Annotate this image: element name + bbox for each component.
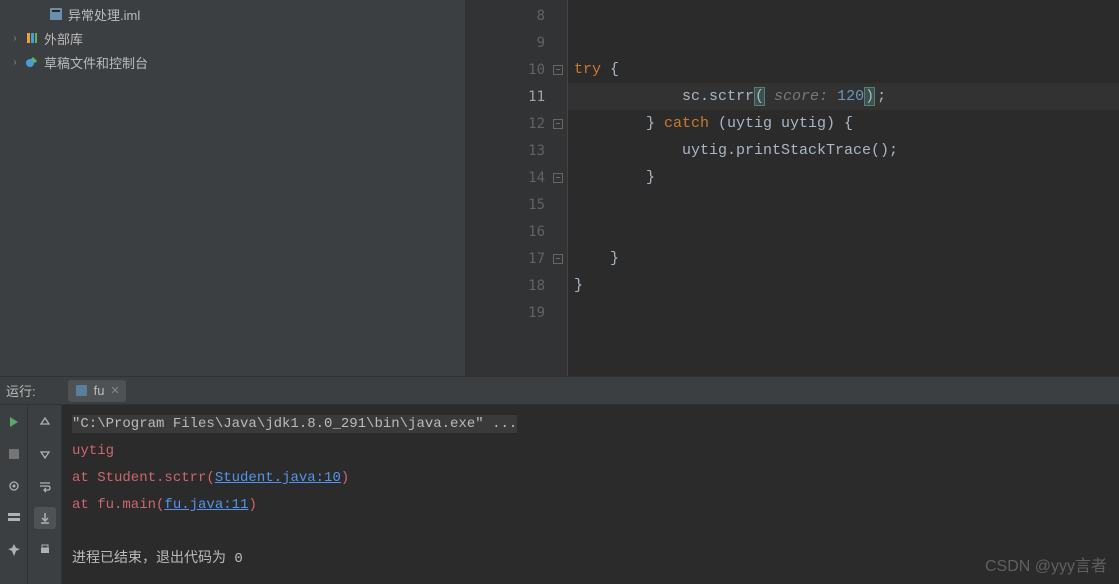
code-line[interactable]: uytig.printStackTrace(); [568, 137, 1119, 164]
debug-tools-button[interactable] [3, 475, 25, 497]
line-number[interactable]: 18 [466, 272, 567, 299]
code-line[interactable]: } [568, 164, 1119, 191]
library-icon [24, 30, 40, 46]
console-output[interactable]: "C:\Program Files\Java\jdk1.8.0_291\bin\… [62, 405, 1119, 584]
run-label: 运行: [6, 381, 36, 400]
scroll-to-end-button[interactable] [34, 507, 56, 529]
code-line[interactable]: try { [568, 56, 1119, 83]
code-editor[interactable]: 8 9 10− 11 12− 13 14− 15 16 17− 18 19 tr… [466, 0, 1119, 376]
run-tab[interactable]: fu ✕ [68, 380, 126, 402]
tree-item-iml[interactable]: 异常处理.iml [0, 2, 465, 26]
chevron-right-icon: › [10, 33, 20, 44]
run-panel: 运行: fu ✕ [0, 376, 1119, 584]
code-line[interactable] [568, 191, 1119, 218]
scratch-icon [24, 54, 40, 70]
rerun-button[interactable] [3, 411, 25, 433]
tree-label: 异常处理.iml [68, 5, 140, 24]
line-number[interactable]: 10− [466, 56, 567, 83]
tree-item-scratches[interactable]: › 草稿文件和控制台 [0, 50, 465, 74]
tree-item-external-libs[interactable]: › 外部库 [0, 26, 465, 50]
fold-marker-icon[interactable]: − [553, 254, 563, 264]
code-line[interactable]: } catch (uytig uytig) { [568, 110, 1119, 137]
run-toolbar-primary [0, 405, 28, 584]
code-line[interactable] [568, 299, 1119, 326]
line-number[interactable]: 13 [466, 137, 567, 164]
line-number[interactable]: 14− [466, 164, 567, 191]
stacktrace-link[interactable]: Student.java:10 [215, 470, 341, 486]
line-number[interactable]: 19 [466, 299, 567, 326]
console-exit: 进程已结束，退出代码为 0 [72, 546, 1109, 573]
editor-gutter[interactable]: 8 9 10− 11 12− 13 14− 15 16 17− 18 19 [466, 0, 568, 376]
fold-marker-icon[interactable]: − [553, 119, 563, 129]
watermark: CSDN @yyy言者 [985, 552, 1107, 576]
line-number[interactable]: 12− [466, 110, 567, 137]
code-line[interactable] [568, 29, 1119, 56]
code-content[interactable]: try { sc.sctrr( score: 120); } catch (uy… [568, 0, 1119, 376]
pin-button[interactable] [3, 539, 25, 561]
line-number[interactable]: 11 [466, 83, 567, 110]
down-button[interactable] [34, 443, 56, 465]
code-line[interactable]: sc.sctrr( score: 120); [568, 83, 1119, 110]
tree-label: 草稿文件和控制台 [44, 53, 148, 72]
code-line[interactable]: } [568, 245, 1119, 272]
print-button[interactable] [34, 539, 56, 561]
console-stacktrace: at fu.main(fu.java:11) [72, 492, 1109, 519]
code-line[interactable] [568, 2, 1119, 29]
run-tab-label: fu [94, 383, 105, 398]
close-icon[interactable]: ✕ [110, 384, 119, 397]
run-config-icon [74, 383, 90, 399]
line-number[interactable]: 16 [466, 218, 567, 245]
line-number[interactable]: 17− [466, 245, 567, 272]
line-number[interactable]: 9 [466, 29, 567, 56]
console-command: "C:\Program Files\Java\jdk1.8.0_291\bin\… [72, 415, 517, 433]
run-header: 运行: fu ✕ [0, 377, 1119, 405]
console-stacktrace: at Student.sctrr(Student.java:10) [72, 465, 1109, 492]
code-line[interactable] [568, 218, 1119, 245]
layout-button[interactable] [3, 507, 25, 529]
soft-wrap-button[interactable] [34, 475, 56, 497]
tree-label: 外部库 [44, 29, 83, 48]
code-line[interactable]: } [568, 272, 1119, 299]
fold-marker-icon[interactable]: − [553, 173, 563, 183]
module-file-icon [48, 6, 64, 22]
up-button[interactable] [34, 411, 56, 433]
run-toolbar-secondary [28, 405, 62, 584]
chevron-right-icon: › [10, 57, 20, 68]
line-number[interactable]: 8 [466, 2, 567, 29]
stacktrace-link[interactable]: fu.java:11 [164, 497, 248, 513]
line-number[interactable]: 15 [466, 191, 567, 218]
fold-marker-icon[interactable]: − [553, 65, 563, 75]
console-exception: uytig [72, 438, 1109, 465]
stop-button[interactable] [3, 443, 25, 465]
project-tree[interactable]: 异常处理.iml › 外部库 › 草稿文件和控制台 [0, 0, 466, 376]
